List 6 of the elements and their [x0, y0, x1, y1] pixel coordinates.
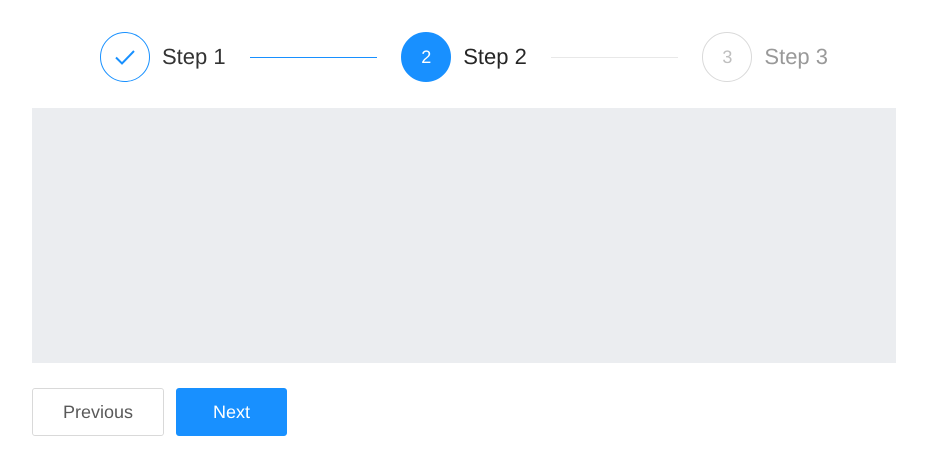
step-title: Step 3	[764, 44, 828, 70]
previous-button[interactable]: Previous	[32, 388, 164, 436]
step-number: 3	[702, 32, 752, 82]
step-number: 2	[401, 32, 452, 82]
step-title: Step 2	[463, 44, 527, 70]
step-title: Step 1	[162, 44, 226, 70]
